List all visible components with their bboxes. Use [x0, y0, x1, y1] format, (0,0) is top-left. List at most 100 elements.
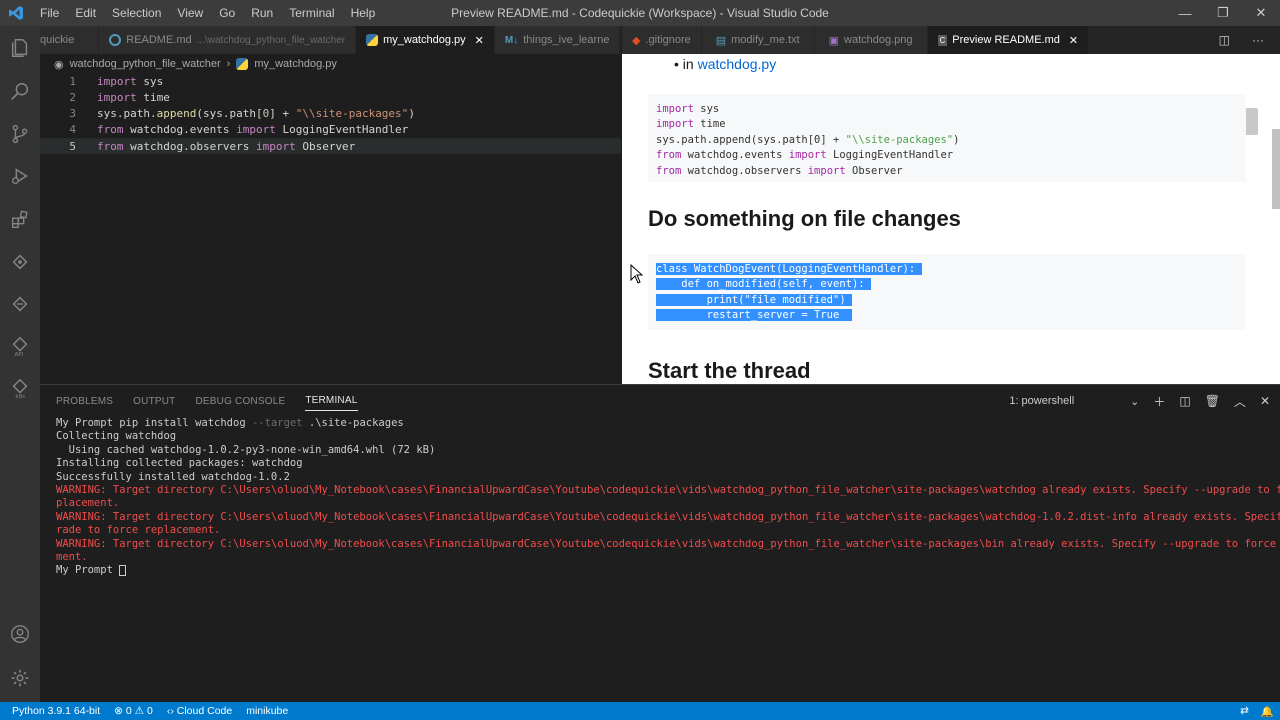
- terminal-select[interactable]: 1: powershell ⌄: [1009, 395, 1139, 408]
- notifications-icon[interactable]: 🔔: [1261, 705, 1274, 718]
- terminal-arg: .\site-packages: [302, 417, 404, 429]
- warning-icon: ⚠: [134, 705, 145, 717]
- tab-quickie[interactable]: quickie: [40, 26, 100, 54]
- terminal-line: Using cached watchdog-1.0.2-py3-none-win…: [56, 443, 436, 456]
- terminal-line: Collecting watchdog: [56, 430, 177, 443]
- activity-bar: API k8s: [0, 26, 40, 702]
- cluster-status[interactable]: minikube: [239, 705, 295, 717]
- code-text: sys.path.append(sys.path[0] + "\\site-pa…: [97, 107, 415, 120]
- cloud-code-label: Cloud Code: [176, 705, 233, 717]
- code-line: 4 from watchdog.events import LoggingEve…: [40, 122, 621, 138]
- close-icon[interactable]: ✕: [1069, 34, 1078, 47]
- preview-scrollbar[interactable]: [1272, 129, 1280, 209]
- python-interpreter[interactable]: Python 3.9.1 64-bit: [0, 705, 107, 717]
- split-editor-icon[interactable]: ◫: [1219, 33, 1230, 47]
- tab-label: things_ive_learne: [523, 34, 610, 46]
- search-icon[interactable]: [0, 74, 40, 110]
- tab-preview-readme[interactable]: C Preview README.md ✕: [927, 26, 1090, 54]
- breadcrumb-folder[interactable]: watchdog_python_file_watcher: [70, 58, 221, 70]
- tab-watchdog-png[interactable]: ▣ watchdog.png: [814, 26, 928, 54]
- more-actions-icon[interactable]: ···: [620, 26, 621, 54]
- maximize-panel-icon[interactable]: ︿: [1234, 393, 1246, 410]
- settings-gear-icon[interactable]: [0, 660, 40, 696]
- info-icon: [109, 34, 122, 46]
- line-number: 1: [69, 75, 76, 88]
- menu-selection[interactable]: Selection: [104, 0, 169, 26]
- error-icon: ⊗: [114, 705, 123, 717]
- terminal-line: ment.: [56, 550, 88, 563]
- account-icon[interactable]: [0, 616, 40, 652]
- terminal-line: WARNING: Target directory C:\Users\oluod…: [56, 483, 1280, 496]
- terminal-select-value: 1: powershell: [1009, 394, 1075, 407]
- live-share-icon[interactable]: ⇄: [1240, 705, 1249, 717]
- folder-icon: ◉: [54, 58, 64, 71]
- tab-modify-me[interactable]: ▤ modify_me.txt: [701, 26, 815, 54]
- line-number: 3: [69, 107, 76, 120]
- tab-problems[interactable]: Problems: [56, 392, 113, 411]
- close-icon[interactable]: ✕: [475, 34, 484, 47]
- tab-label: watchdog.png: [844, 34, 913, 46]
- problems-indicator[interactable]: ⊗ 0 ⚠ 0: [107, 705, 160, 717]
- code-line: 3 sys.path.append(sys.path[0] + "\\site-…: [40, 106, 621, 122]
- vscode-logo-icon: [0, 0, 32, 26]
- tab-label: my_watchdog.py: [383, 34, 466, 46]
- menu-edit[interactable]: Edit: [67, 0, 104, 26]
- menu-help[interactable]: Help: [343, 0, 384, 26]
- menu-run[interactable]: Run: [243, 0, 281, 26]
- breadcrumb-file[interactable]: my_watchdog.py: [254, 58, 337, 70]
- tab-terminal[interactable]: Terminal: [305, 391, 358, 411]
- image-file-icon: ▣: [828, 34, 840, 47]
- preview-code-block-class: class WatchDogEvent(LoggingEventHandler)…: [648, 254, 1246, 330]
- warning-count: 0: [147, 705, 153, 717]
- python-file-icon: [366, 34, 379, 46]
- close-icon[interactable]: ✕: [1242, 0, 1280, 26]
- more-actions-icon[interactable]: ···: [1252, 33, 1264, 47]
- tab-output[interactable]: Output: [133, 392, 175, 411]
- cloud-code-icon[interactable]: [0, 286, 40, 322]
- new-terminal-icon[interactable]: ＋: [1153, 393, 1165, 410]
- menu-terminal[interactable]: Terminal: [281, 0, 342, 26]
- text-file-icon: ▤: [715, 34, 727, 47]
- terminal-line: placement.: [56, 497, 120, 510]
- menu-file[interactable]: File: [32, 0, 67, 26]
- explorer-icon[interactable]: [0, 30, 40, 66]
- tab-label: modify_me.txt: [731, 34, 800, 46]
- tab-gitignore[interactable]: ◆ .gitignore: [622, 26, 702, 54]
- trash-icon[interactable]: 🗑: [1205, 394, 1220, 408]
- close-panel-icon[interactable]: ✕: [1260, 394, 1270, 408]
- breadcrumb: ◉ watchdog_python_file_watcher › my_watc…: [40, 54, 621, 74]
- terminal-line: rade to force replacement.: [56, 524, 221, 537]
- code-text: import time: [97, 91, 170, 104]
- kubernetes-icon[interactable]: k8s: [0, 370, 40, 406]
- extensions-icon[interactable]: [0, 202, 40, 238]
- restore-icon[interactable]: ❐: [1204, 0, 1242, 26]
- split-terminal-icon[interactable]: ◫: [1179, 394, 1190, 408]
- preview-heading-file-changes: Do something on file changes: [648, 206, 961, 231]
- line-number: 5: [69, 140, 76, 153]
- terminal-line: WARNING: Target directory C:\Users\oluod…: [56, 510, 1280, 523]
- menu-view[interactable]: View: [169, 0, 211, 26]
- line-number: 4: [69, 123, 76, 136]
- minimize-icon[interactable]: —: [1166, 0, 1204, 26]
- line-number: 2: [69, 91, 76, 104]
- source-control-icon[interactable]: [0, 116, 40, 152]
- run-debug-icon[interactable]: [0, 158, 40, 194]
- terminal-line: Installing collected packages: watchdog: [56, 457, 303, 470]
- tab-my-watchdog[interactable]: my_watchdog.py ✕: [356, 26, 495, 54]
- markdown-preview[interactable]: • in watchdog.py § ⟳ ⬆ import sys import…: [622, 54, 1280, 384]
- terminal-line: WARNING: Target directory C:\Users\oluod…: [56, 537, 1280, 550]
- tab-debug-console[interactable]: Debug Console: [195, 392, 285, 411]
- tab-readme[interactable]: README.md ...\watchdog_python_file_watch…: [99, 26, 357, 54]
- editor-group-left: quickie README.md ...\watchdog_python_fi…: [40, 26, 621, 384]
- tab-things-ive-learned[interactable]: M↓ things_ive_learne: [494, 26, 621, 54]
- code-editor[interactable]: 1 import sys 2 import time 3 sys.path.ap…: [40, 74, 621, 154]
- terminal[interactable]: My Prompt pip install watchdog --target …: [56, 417, 1280, 578]
- cloud-code-status[interactable]: ‹› Cloud Code: [160, 705, 239, 717]
- api-icon[interactable]: API: [0, 328, 40, 364]
- watchdog-link[interactable]: watchdog.py: [698, 56, 777, 72]
- remote-explorer-icon[interactable]: [0, 244, 40, 280]
- code-text: from watchdog.observers import Observer: [97, 140, 356, 153]
- menu-go[interactable]: Go: [211, 0, 243, 26]
- preview-icon: C: [937, 34, 948, 46]
- code-line-current: 5 from watchdog.observers import Observe…: [40, 138, 621, 154]
